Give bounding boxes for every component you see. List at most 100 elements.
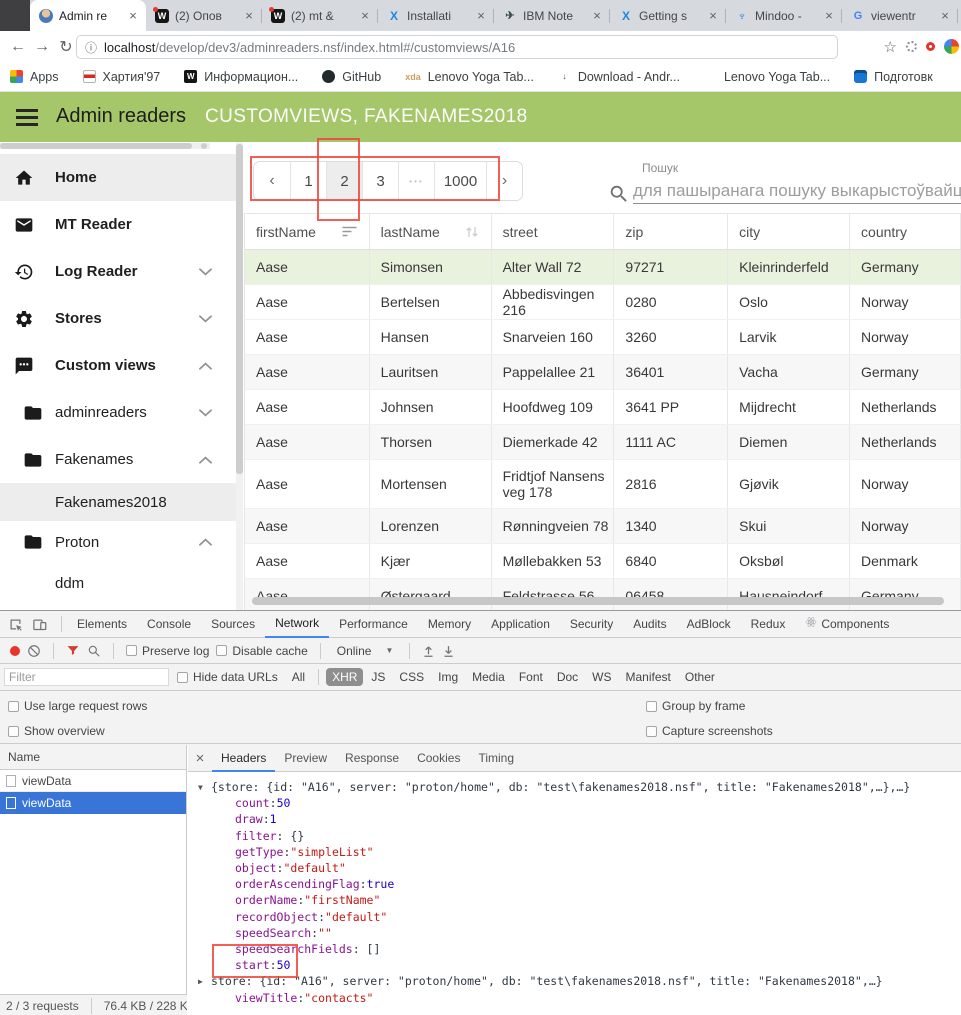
clear-icon[interactable] (27, 644, 41, 658)
sidebar-item-mt-reader[interactable]: MT Reader (0, 201, 236, 248)
filter-type-ws[interactable]: WS (586, 668, 617, 686)
tab-close-icon[interactable]: × (938, 8, 952, 23)
devtools-tab-elements[interactable]: Elements (67, 611, 137, 637)
request-row[interactable]: viewData (0, 770, 186, 792)
chevron-down-icon[interactable] (199, 409, 212, 417)
devtools-tab-network[interactable]: Network (265, 611, 329, 638)
bookmark-item[interactable]: Lenovo Yoga Tab... (704, 70, 830, 84)
column-header-street[interactable]: street (492, 214, 615, 249)
sidebar-item-fakenames[interactable]: Fakenames (0, 436, 236, 483)
browser-tab[interactable]: Gviewentr× (842, 0, 958, 31)
throttling-dropdown[interactable]: Online▼ (333, 644, 398, 658)
back-button[interactable]: ← (6, 38, 30, 56)
browser-tab[interactable]: XInstallati× (378, 0, 494, 31)
hamburger-menu-icon[interactable] (16, 109, 38, 130)
filter-type-font[interactable]: Font (513, 668, 549, 686)
tab-close-icon[interactable]: × (474, 8, 488, 23)
close-detail-icon[interactable]: × (188, 750, 212, 767)
tab-close-icon[interactable]: × (706, 8, 720, 23)
table-row[interactable]: AaseMortensenFridtjof Nansens veg 178281… (245, 460, 961, 509)
filter-funnel-icon[interactable] (66, 644, 80, 657)
devtools-tab-security[interactable]: Security (560, 611, 623, 637)
export-har-icon[interactable] (442, 644, 455, 658)
bookmark-star-icon[interactable]: ☆ (884, 38, 897, 56)
devtools-tab-performance[interactable]: Performance (329, 611, 418, 637)
forward-button[interactable]: → (30, 38, 54, 56)
search-input[interactable] (633, 178, 961, 204)
chevron-down-icon[interactable] (199, 268, 212, 276)
sidebar-item-home[interactable]: Home (0, 154, 236, 201)
browser-tab[interactable]: Admin re× (30, 0, 146, 31)
sidebar-item-ddm[interactable]: ddm (0, 563, 236, 603)
bookmark-item[interactable]: Хартия'97 (83, 70, 161, 84)
request-row[interactable]: viewData (0, 792, 186, 814)
import-har-icon[interactable] (422, 644, 435, 658)
devtools-tab-sources[interactable]: Sources (201, 611, 265, 637)
pagination-prev-button[interactable]: ‹ (254, 162, 290, 200)
reload-button[interactable]: ↻ (54, 37, 78, 57)
browser-tab[interactable]: W(2) mt &× (262, 0, 378, 31)
devtools-tab-adblock[interactable]: AdBlock (677, 611, 741, 637)
device-toolbar-icon[interactable] (32, 617, 47, 632)
filter-type-img[interactable]: Img (432, 668, 464, 686)
bookmark-item[interactable]: WИнформацион... (184, 70, 298, 84)
detail-tab-timing[interactable]: Timing (469, 745, 523, 771)
sidebar-vertical-scrollbar[interactable] (236, 142, 243, 610)
page-info-icon[interactable]: ⓘ (85, 39, 97, 56)
sidebar-item-custom-views[interactable]: Custom views (0, 342, 236, 389)
devtools-tab-components[interactable]: Components (795, 611, 899, 637)
chevron-up-icon[interactable] (199, 456, 212, 464)
expand-right-icon[interactable]: ▶ (198, 977, 211, 986)
table-row[interactable]: AaseØstergaardFeldstrasse 5606458Hausnei… (245, 579, 961, 610)
bookmark-item[interactable]: Apps (10, 70, 59, 84)
filter-type-all[interactable]: All (286, 668, 311, 686)
preserve-log-checkbox[interactable]: Preserve log (126, 644, 209, 658)
extension-globe-icon[interactable] (906, 41, 917, 52)
bookmark-item[interactable]: ↓Download - Andr... (558, 70, 680, 84)
column-header-country[interactable]: country (850, 214, 961, 249)
sidebar-item-proton[interactable]: Proton (0, 521, 236, 563)
option-show-overview[interactable]: Show overview (8, 724, 105, 738)
detail-tab-cookies[interactable]: Cookies (408, 745, 469, 771)
network-search-icon[interactable] (87, 644, 101, 658)
bookmark-item[interactable]: Подготовк (854, 70, 933, 84)
disable-cache-checkbox[interactable]: Disable cache (216, 644, 307, 658)
option-use-large-request-rows[interactable]: Use large request rows (8, 699, 147, 713)
pagination-page-2-button[interactable]: 2 (326, 162, 362, 200)
filter-type-media[interactable]: Media (466, 668, 511, 686)
inspect-element-icon[interactable] (8, 617, 23, 632)
profile-avatar[interactable] (944, 39, 959, 54)
tab-close-icon[interactable]: × (822, 8, 836, 23)
column-header-firstName[interactable]: firstName (245, 214, 370, 249)
filter-type-xhr[interactable]: XHR (326, 668, 363, 686)
url-field[interactable]: ⓘ localhost/develop/dev3/adminreaders.ns… (76, 35, 838, 59)
column-header-lastName[interactable]: lastName (370, 214, 492, 249)
browser-tab[interactable]: W(2) Опов× (146, 0, 262, 31)
sidebar-item-stores[interactable]: Stores (0, 295, 236, 342)
chevron-down-icon[interactable] (199, 315, 212, 323)
browser-tab[interactable]: XGetting s× (610, 0, 726, 31)
table-row[interactable]: AaseHansenSnarveien 1603260LarvikNorway (245, 320, 961, 355)
chevron-up-icon[interactable] (199, 538, 212, 546)
table-row[interactable]: AaseBertelsenAbbedisvingen 2160280OsloNo… (245, 285, 961, 320)
table-horizontal-scrollbar[interactable] (252, 597, 954, 605)
table-row[interactable]: AaseThorsenDiemerkade 421111 ACDiemenNet… (245, 425, 961, 460)
column-header-zip[interactable]: zip (614, 214, 728, 249)
filter-type-manifest[interactable]: Manifest (620, 668, 677, 686)
filter-type-other[interactable]: Other (679, 668, 721, 686)
pagination-page-3-button[interactable]: 3 (362, 162, 398, 200)
tab-close-icon[interactable]: × (242, 8, 256, 23)
column-header-city[interactable]: city (728, 214, 850, 249)
devtools-tab-audits[interactable]: Audits (623, 611, 676, 637)
detail-tab-headers[interactable]: Headers (212, 745, 275, 772)
sidebar-item-fakenames2018[interactable]: Fakenames2018 (0, 483, 236, 521)
sidebar-horizontal-scrollbar[interactable] (0, 143, 210, 149)
table-row[interactable]: AaseKjærMøllebakken 536840OksbølDenmark (245, 544, 961, 579)
devtools-tab-application[interactable]: Application (481, 611, 560, 637)
detail-tab-preview[interactable]: Preview (275, 745, 336, 771)
table-row[interactable]: AaseLauritsenPappelallee 2136401VachaGer… (245, 355, 961, 390)
browser-tab[interactable]: ♆Mindoo -× (726, 0, 842, 31)
record-button[interactable] (10, 646, 20, 656)
detail-tab-response[interactable]: Response (336, 745, 408, 771)
filter-type-js[interactable]: JS (365, 668, 391, 686)
